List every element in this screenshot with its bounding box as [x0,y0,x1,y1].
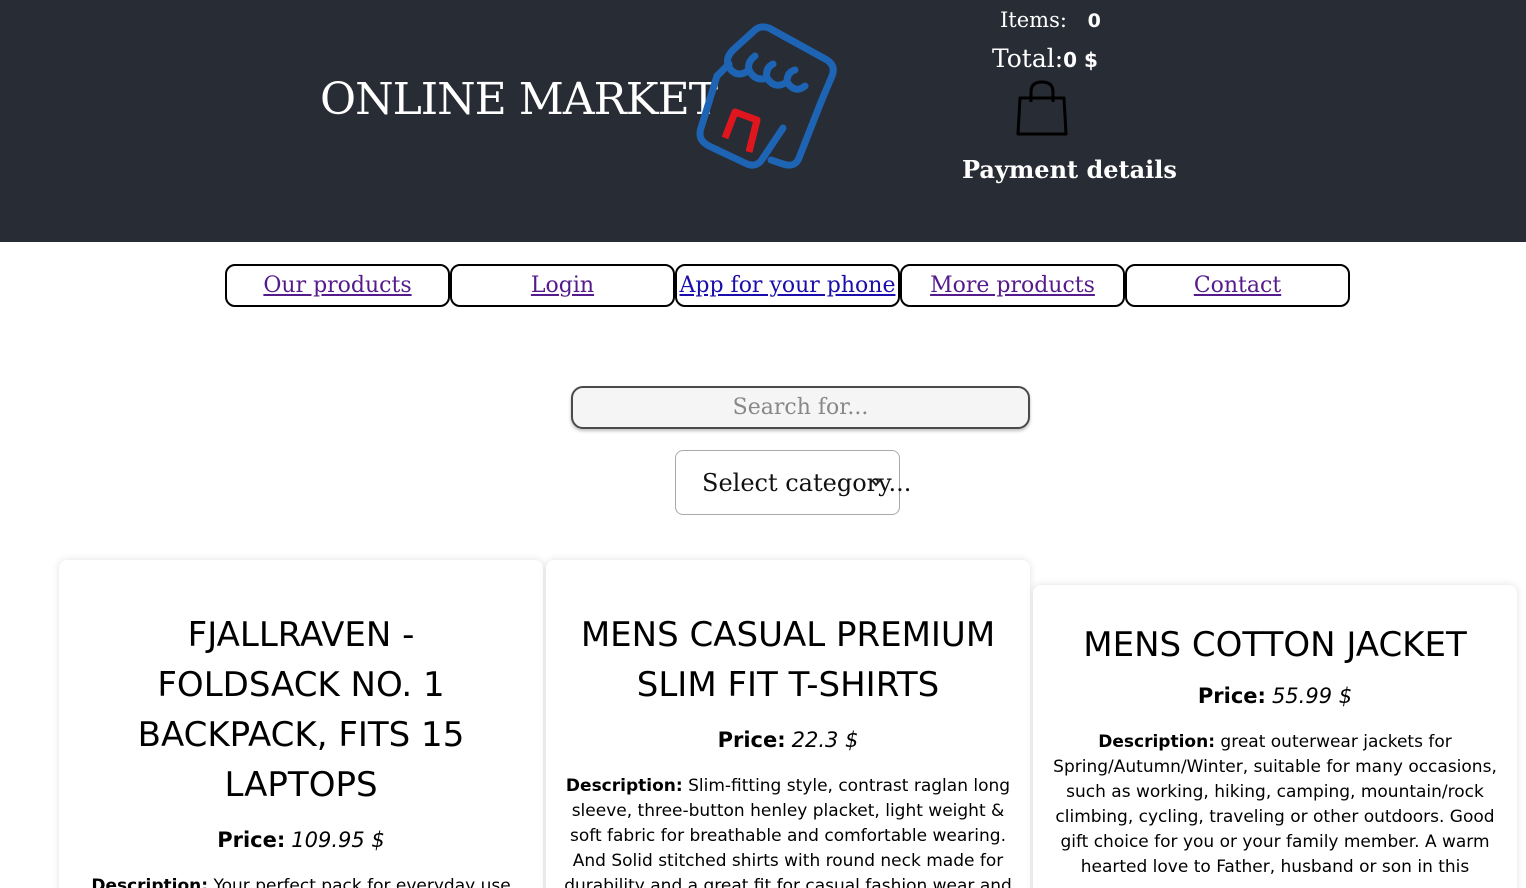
product-card[interactable]: MENS COTTON JACKET Price: 55.99 $ Descrip… [1033,585,1517,888]
payment-details-link[interactable]: Payment details [962,155,1177,184]
nav-app-for-phone[interactable]: App for your phone [675,264,900,307]
cart-total-label: Total: [992,44,1064,73]
product-title: MENS CASUAL PREMIUM SLIM FIT T-SHIRTS [580,615,996,705]
cart-items: Items: 0 [1000,8,1101,32]
description-text: Your perfect pack for everyday use and [213,876,511,888]
product-price: Price: 109.95 $ [79,828,523,852]
product-title: MENS COTTON JACKET [1083,625,1467,665]
product-price: Price: 55.99 $ [1049,684,1501,708]
brand-title: ONLINE MARKET [320,74,718,125]
cart-items-label: Items: [1000,8,1067,32]
description-label: Description: [565,776,683,796]
product-title: FJALLRAVEN - FOLDSACK NO. 1 BACKPACK, FI… [137,615,465,805]
nav-our-products[interactable]: Our products [225,264,450,307]
product-description: Description: Slim-fitting style, contras… [562,774,1014,888]
price-label: Price: [217,828,286,852]
price-label: Price: [1197,684,1266,708]
nav-login[interactable]: Login [450,264,675,307]
description-label: Description: [1098,732,1216,752]
category-select[interactable]: Select category... [675,450,911,515]
product-card[interactable]: FJALLRAVEN - FOLDSACK NO. 1 BACKPACK, FI… [59,560,543,888]
price-value: 109.95 $ [291,828,385,852]
store-logo-icon[interactable] [695,18,845,178]
nav-more-products[interactable]: More products [900,264,1125,307]
cart-total-value: 0 $ [1063,48,1098,72]
site-header: ONLINE MARKET Items: 0 Total:0 $ Payment… [0,0,1526,242]
cart-total: Total:0 $ [992,44,1098,73]
product-description: Description: great outerwear jackets for… [1049,730,1501,880]
description-text: great outerwear jackets for Spring/Autum… [1053,732,1497,877]
cart-summary: Items: 0 Total:0 $ Payment details [930,0,1177,200]
chevron-down-icon [871,479,881,487]
price-label: Price: [717,728,786,752]
shopping-bag-icon[interactable] [1014,80,1070,138]
product-description: Description: Your perfect pack for every… [79,874,523,888]
cart-items-count: 0 [1087,10,1101,32]
description-label: Description: [91,876,209,888]
price-value: 55.99 $ [1271,684,1353,708]
product-card[interactable]: MENS CASUAL PREMIUM SLIM FIT T-SHIRTS Pr… [546,560,1030,888]
main-nav: Our products Login App for your phone Mo… [225,264,1351,308]
search-input[interactable] [571,386,1030,429]
nav-contact[interactable]: Contact [1125,264,1350,307]
price-value: 22.3 $ [791,728,859,752]
product-price: Price: 22.3 $ [562,728,1014,752]
